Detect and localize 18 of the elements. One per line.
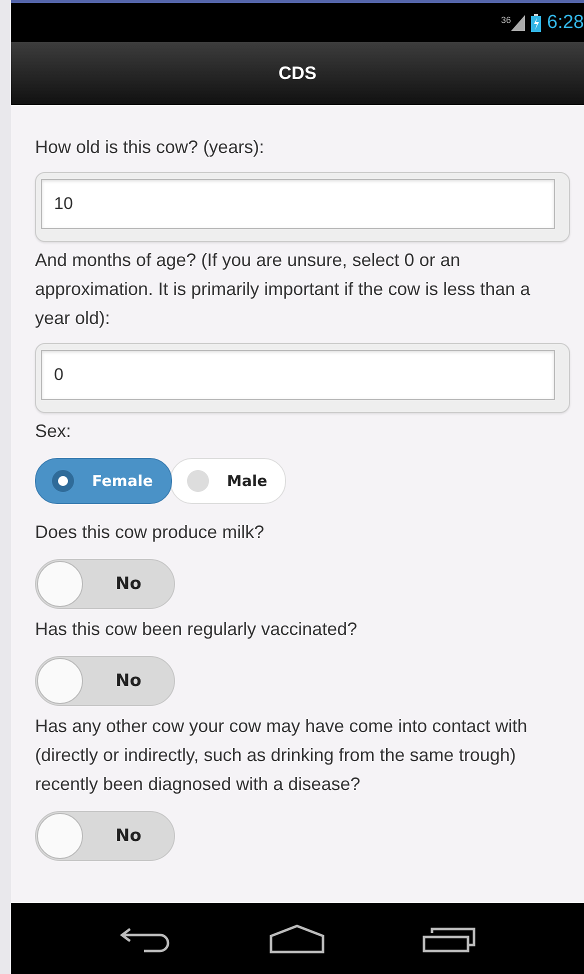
- battery-icon: [531, 14, 542, 32]
- home-icon[interactable]: [268, 924, 324, 954]
- number-field[interactable]: 10: [35, 172, 570, 242]
- toggle-switch[interactable]: No: [35, 811, 175, 861]
- question-label: Does this cow produce milk?: [35, 521, 266, 544]
- question-label: How old is this cow? (years):: [35, 136, 266, 159]
- question-label: Sex:: [35, 420, 72, 443]
- number-field[interactable]: 0: [35, 343, 570, 413]
- question-label: Has any other cow your cow may have come into contact with (directly or indirectly, such as drinking from the same trough) recently been diagnosed with a disease?: [35, 715, 528, 796]
- clock-time: 6:28: [547, 12, 584, 34]
- signal-icon: [511, 14, 526, 30]
- toggle-switch[interactable]: No: [35, 559, 175, 609]
- network-label: 36: [501, 14, 512, 24]
- page-title: CDS: [278, 62, 316, 84]
- question-label: And months of age? (If you are unsure, select 0 or an approximation. It is primarily important if the cow is less than a year old):: [35, 249, 532, 330]
- toggle-switch[interactable]: No: [35, 656, 175, 706]
- radio-option[interactable]: Male: [170, 458, 286, 504]
- question-label: Has this cow been regularly vaccinated?: [35, 618, 358, 641]
